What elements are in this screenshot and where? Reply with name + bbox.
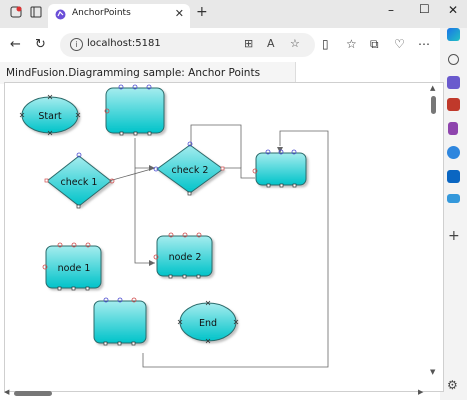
- microsoft-365-icon[interactable]: [447, 146, 460, 159]
- horizontal-scroll-thumb[interactable]: [14, 391, 52, 396]
- tab-title: AnchorPoints: [72, 8, 131, 18]
- active-tab[interactable]: AnchorPoints ✕: [48, 4, 190, 28]
- tab-close-icon[interactable]: ✕: [175, 7, 184, 20]
- node-right-rect[interactable]: [252, 149, 307, 188]
- horizontal-scrollbar[interactable]: ◀ ▶: [4, 388, 428, 398]
- address-bar[interactable]: i localhost:5181 ⊞ A ☆: [60, 33, 315, 57]
- navigation-bar: ← ↻ i localhost:5181 ⊞ A ☆ ▯ ☆ ⧉ ♡ ⋯: [0, 28, 440, 62]
- site-info-icon[interactable]: i: [70, 38, 83, 51]
- profile-icon[interactable]: [10, 6, 22, 21]
- more-menu-icon[interactable]: ⋯: [418, 37, 430, 51]
- node-bottom-rect[interactable]: [93, 297, 147, 346]
- split-screen-icon[interactable]: ▯: [322, 37, 329, 51]
- scroll-left-icon[interactable]: ◀: [4, 388, 9, 396]
- favorite-star-icon[interactable]: ☆: [290, 37, 300, 50]
- node-check1-label: check 1: [61, 177, 98, 188]
- node-node1-label: node 1: [58, 263, 91, 274]
- node-node1[interactable]: node 1: [42, 242, 102, 291]
- minimize-icon[interactable]: –: [388, 3, 394, 17]
- node-check1[interactable]: check 1: [44, 152, 115, 209]
- node-check2-label: check 2: [172, 165, 209, 176]
- link-check1-to-check2[interactable]: [108, 167, 156, 182]
- app-grid-icon[interactable]: ⊞: [244, 37, 253, 50]
- link-check2-to-rect[interactable]: [221, 167, 255, 179]
- node-start[interactable]: Start: [19, 94, 81, 136]
- node-node2-label: node 2: [169, 252, 202, 263]
- node-start-label: Start: [38, 111, 61, 122]
- tab-strip: AnchorPoints ✕ + – ☐ ✕: [0, 0, 467, 28]
- maximize-icon[interactable]: ☐: [419, 2, 430, 16]
- page-title: MindFusion.Diagramming sample: Anchor Po…: [6, 67, 261, 79]
- link-rect-to-node2[interactable]: [134, 138, 155, 264]
- node-top-rect[interactable]: [104, 84, 165, 136]
- shopping-icon[interactable]: [447, 76, 460, 89]
- browser-essentials-icon[interactable]: ♡: [394, 37, 405, 51]
- vertical-scrollbar[interactable]: ▲ ▼: [428, 84, 440, 378]
- settings-gear-icon[interactable]: ⚙: [447, 378, 458, 392]
- favorites-icon[interactable]: ☆: [346, 37, 357, 51]
- refresh-icon[interactable]: ↻: [35, 37, 46, 52]
- back-arrow-icon[interactable]: ←: [10, 37, 21, 52]
- tab-favicon-icon: [55, 9, 66, 20]
- vertical-scroll-thumb[interactable]: [431, 96, 436, 114]
- scroll-up-icon[interactable]: ▲: [430, 84, 435, 92]
- scroll-right-icon[interactable]: ▶: [418, 388, 423, 396]
- tab-actions-icon[interactable]: [30, 6, 42, 21]
- node-end-label: End: [199, 318, 217, 329]
- copilot-icon[interactable]: [447, 28, 460, 41]
- diagram-canvas[interactable]: Start check 1 check 2 node 1 node 2 End: [4, 82, 444, 392]
- web-page: MindFusion.Diagramming sample: Anchor Po…: [0, 62, 444, 400]
- node-end[interactable]: End: [177, 300, 239, 344]
- games-icon[interactable]: [448, 122, 458, 135]
- browser-sidebar: + ⚙: [440, 28, 467, 400]
- collections-icon[interactable]: ⧉: [370, 37, 379, 52]
- url-text[interactable]: localhost:5181: [87, 38, 161, 49]
- scroll-down-icon[interactable]: ▼: [430, 368, 435, 376]
- outlook-icon[interactable]: [447, 170, 460, 183]
- node-node2[interactable]: node 2: [153, 232, 213, 279]
- send-icon[interactable]: [447, 194, 460, 203]
- close-window-icon[interactable]: ✕: [448, 3, 458, 17]
- new-tab-button[interactable]: +: [196, 4, 208, 20]
- node-check2[interactable]: check 2: [153, 141, 225, 196]
- search-icon[interactable]: [448, 54, 459, 65]
- add-sidebar-app-icon[interactable]: +: [448, 228, 460, 244]
- read-aloud-icon[interactable]: A: [267, 37, 275, 50]
- tools-icon[interactable]: [447, 98, 460, 111]
